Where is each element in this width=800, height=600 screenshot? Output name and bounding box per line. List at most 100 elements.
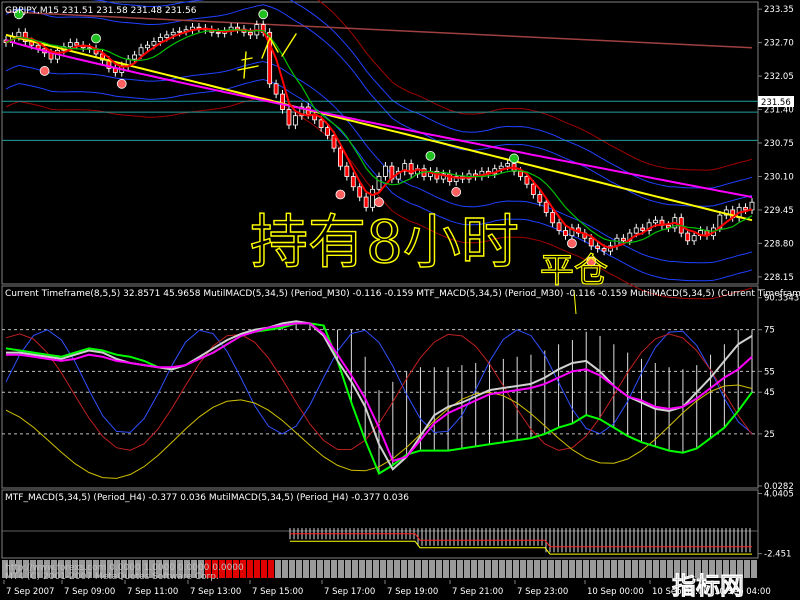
signal-marker (258, 9, 269, 20)
footer-cell (275, 560, 281, 578)
footer-cell (464, 560, 470, 578)
candle-down (338, 147, 343, 167)
watermark-logo: 指标网 (672, 572, 744, 600)
time-tick-label: 7 Sep 2007 (6, 587, 54, 597)
signal-marker (567, 238, 577, 249)
price-y-tick-label: 228.15 (764, 273, 794, 283)
time-tick-label: 7 Sep 19:00 (387, 587, 438, 597)
time-tick-label: 7 Sep 09:00 (64, 587, 115, 597)
price-y-axis: 233.35232.70232.05231.40230.75230.10229.… (758, 5, 794, 283)
candle-up (164, 34, 170, 38)
price-y-tick-label: 233.35 (764, 5, 794, 15)
price-panel-title: GBPJPY,M15 231.51 231.58 231.48 231.56 (5, 6, 197, 16)
footer-cell (282, 560, 288, 578)
candle-down (524, 176, 530, 185)
footer-cell (499, 560, 505, 578)
candle-down (350, 176, 356, 188)
time-tick-label: 10 Sep 00:00 (587, 587, 644, 597)
footer-cell (443, 560, 449, 578)
candle-down (518, 170, 523, 177)
candle-up (498, 165, 504, 170)
candle-down (325, 127, 330, 136)
candle-down (286, 109, 292, 126)
footer-cell (485, 560, 491, 578)
footer-cell (268, 560, 274, 578)
price-y-tick-label: 228.80 (764, 239, 794, 249)
footer-cell (296, 560, 302, 578)
footer-cell (618, 560, 624, 578)
signal-marker (425, 150, 436, 161)
footer-cell (653, 560, 659, 578)
candle-down (363, 196, 369, 208)
candle-down (537, 194, 543, 203)
footer-cell (366, 560, 372, 578)
signal-marker (116, 78, 127, 89)
candle-down (563, 230, 568, 237)
candle-up (376, 176, 382, 190)
footer-cell (324, 560, 330, 578)
footer-cell (751, 560, 757, 578)
footer-cell (352, 560, 358, 578)
chart-window: 233.35232.70232.05231.40230.75230.10229.… (0, 0, 800, 600)
handwritten-note-close: 平仓 (540, 251, 608, 291)
candle-down (357, 186, 363, 198)
footer-cell (429, 560, 435, 578)
footer-cell (513, 560, 519, 578)
oscillator-y-tick-label: 90.3343 (764, 294, 799, 304)
candle-down (280, 93, 285, 110)
signal-marker (374, 197, 384, 208)
candle-up (370, 188, 375, 208)
candle-up (138, 47, 144, 56)
candle-up (691, 235, 697, 242)
footer-cell (408, 560, 414, 578)
candle-down (556, 222, 562, 231)
price-y-tick-label: 230.75 (764, 139, 794, 149)
footer-cell (646, 560, 652, 578)
candle-down (640, 227, 646, 231)
candle-up (67, 42, 73, 48)
footer-cell (548, 560, 554, 578)
candle-up (177, 30, 183, 33)
signal-marker (39, 66, 50, 76)
candle-down (543, 201, 549, 213)
footer-cell (310, 560, 316, 578)
footer-cell (289, 560, 295, 578)
candle-down (588, 237, 594, 247)
candle-down (344, 165, 350, 177)
footer-cell (254, 560, 260, 578)
footer-cell (303, 560, 309, 578)
footer-cell (590, 560, 596, 578)
candle-down (743, 206, 748, 211)
window-background (0, 0, 800, 600)
candle-up (170, 31, 176, 36)
footer-cell (541, 560, 547, 578)
footer-cell (338, 560, 344, 578)
candle-down (235, 26, 240, 30)
footer-cell (345, 560, 351, 578)
candle-up (132, 54, 138, 60)
footer-cell (611, 560, 617, 578)
time-tick-label: 7 Sep 11:00 (127, 587, 178, 597)
footer-cell (506, 560, 512, 578)
candle-down (74, 42, 80, 46)
footer-cell (380, 560, 386, 578)
footer-cell (247, 560, 253, 578)
candle-down (620, 237, 626, 242)
time-tick-label: 7 Sep 13:00 (190, 587, 241, 597)
footer-cell (639, 560, 645, 578)
oscillator-y-tick-label: 55 (764, 367, 775, 377)
footer-cell (632, 560, 638, 578)
signal-marker (509, 153, 519, 164)
footer-cell (569, 560, 575, 578)
candle-down (318, 119, 324, 128)
footer-cell (331, 560, 337, 578)
footer-cell (373, 560, 379, 578)
footer-cell (604, 560, 610, 578)
footer-cell (744, 560, 750, 578)
price-y-tick-label: 230.10 (764, 172, 794, 182)
candle-down (595, 245, 601, 249)
candle-down (247, 31, 253, 36)
time-tick-label: 7 Sep 15:00 (252, 587, 303, 597)
time-tick-label: 7 Sep 23:00 (517, 587, 568, 597)
candle-up (145, 44, 150, 49)
